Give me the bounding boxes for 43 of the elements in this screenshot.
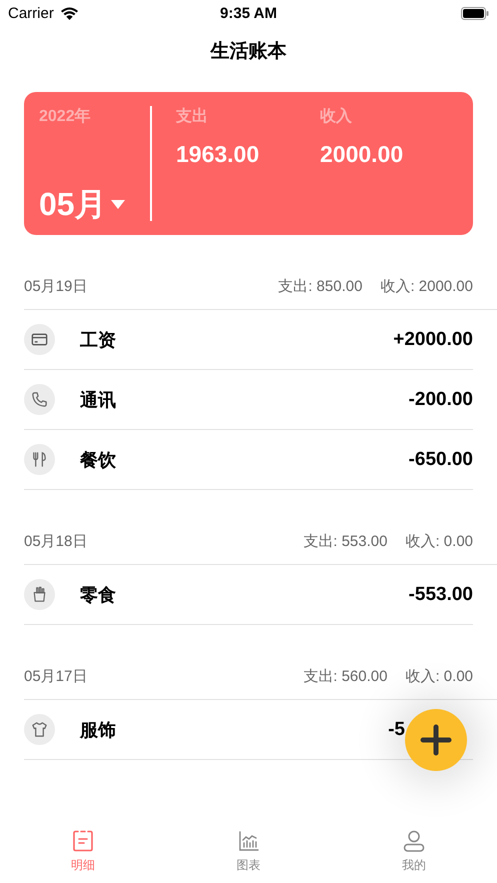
wifi-icon: [60, 6, 79, 20]
day-expense: 支出: 560.00: [303, 666, 388, 686]
clock-time: 9:35 AM: [220, 4, 277, 22]
date-header: 05月18日: [24, 532, 88, 550]
plus-icon: [420, 724, 452, 756]
tab-item[interactable]: 我的: [331, 825, 497, 883]
phone-icon: [30, 390, 49, 409]
amount: +2000.00: [393, 328, 473, 350]
income-total: 2000.00: [320, 141, 404, 168]
bar-chart-icon: [236, 829, 260, 853]
transaction-row[interactable]: 零食 -553.00: [24, 565, 473, 625]
dropdown-caret-icon: [110, 200, 125, 210]
screen-title: 生活账本: [210, 39, 286, 64]
category-name: 通讯: [80, 388, 116, 412]
category-name: 服饰: [80, 718, 116, 742]
category-name: 餐饮: [80, 448, 116, 472]
expense-total: 1963.00: [176, 141, 260, 168]
year-label: 2022年: [39, 106, 92, 127]
day-income: 收入: 0.00: [405, 532, 473, 550]
category-name: 零食: [80, 584, 116, 606]
person-icon: [402, 829, 426, 853]
date-header: 05月17日: [24, 666, 88, 686]
date-header: 05月19日: [24, 276, 88, 296]
battery-icon: [461, 6, 489, 20]
transaction-row[interactable]: 工资 +2000.00: [24, 310, 473, 370]
transaction-row[interactable]: 通讯 -200.00: [24, 370, 473, 430]
day-income: 收入: 2000.00: [380, 276, 473, 296]
day-expense: 支出: 553.00: [303, 532, 388, 550]
income-label: 收入: [320, 106, 353, 127]
amount: -5: [388, 718, 405, 740]
transaction-row[interactable]: 餐饮 -650.00: [24, 430, 473, 490]
fork-knife-icon: [30, 450, 49, 469]
amount: -200.00: [408, 388, 473, 410]
expense-label: 支出: [176, 106, 209, 127]
t-shirt-icon: [30, 720, 49, 739]
amount: -553.00: [408, 584, 473, 606]
category-name: 工资: [80, 328, 116, 352]
amount: -650.00: [408, 448, 473, 470]
day-income: 收入: 0.00: [405, 666, 473, 686]
notepad-icon: [70, 829, 95, 853]
day-expense: 支出: 850.00: [278, 276, 362, 296]
tab-item[interactable]: 图表: [166, 825, 332, 883]
carrier-name: Carrier: [8, 4, 54, 22]
